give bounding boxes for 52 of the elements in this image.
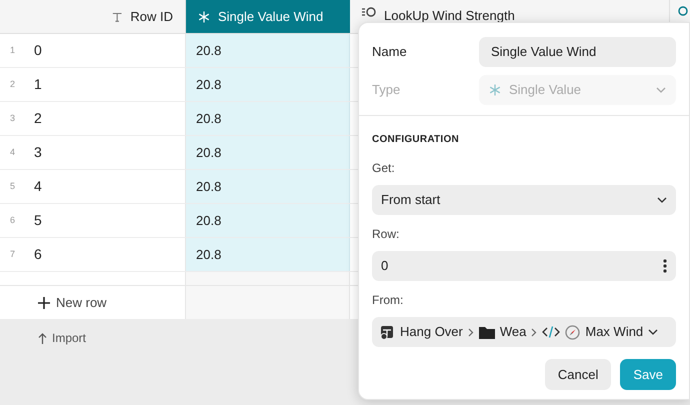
folder-icon [478, 326, 495, 338]
code-icon [542, 326, 560, 338]
table-cell-text: 4 [34, 177, 42, 196]
table-cell-text: 3 [34, 143, 42, 162]
table-cell: 20.8 [186, 68, 350, 101]
field-label: Name [372, 43, 408, 62]
get-dropdown[interactable]: From start [372, 185, 676, 215]
field-label: Type [372, 81, 402, 100]
table-icon [380, 324, 395, 340]
plus-icon [38, 296, 50, 308]
table-cell-text: 0 [34, 41, 42, 60]
row-number: 2 [9, 78, 16, 91]
field-label: Get: [372, 160, 396, 177]
table-cell: 20.8 [186, 170, 350, 203]
section-heading: CONFIGURATION [372, 133, 460, 147]
chevron-down-icon [648, 329, 658, 335]
chevron-down-icon [657, 197, 667, 203]
lookup-icon [678, 6, 688, 16]
cancel-button[interactable]: Cancel [544, 359, 612, 390]
row-number: 7 [9, 248, 16, 261]
table-cell-text: 1 [34, 75, 42, 94]
name-field[interactable]: Single Value Wind [479, 37, 676, 67]
table-cell: 20.8 [186, 136, 350, 169]
asterisk-icon [198, 10, 210, 22]
arrow-up-icon [38, 332, 47, 344]
row-number: 3 [9, 112, 16, 125]
more-icon[interactable] [663, 259, 667, 273]
source-path-dropdown[interactable]: Hang Over Wea Max Wind [372, 317, 676, 347]
table-cell-text: 2 [34, 109, 42, 128]
lookup-icon [362, 6, 376, 18]
asterisk-icon [489, 84, 501, 96]
compass-icon [565, 324, 580, 340]
table-cell-text: 6 [34, 245, 42, 264]
table-cell: 20.8 [186, 34, 350, 67]
row-number: 6 [9, 214, 16, 227]
column-header[interactable]: Row ID [0, 0, 186, 33]
chevron-down-icon [656, 87, 666, 93]
row-number: 5 [9, 180, 16, 193]
column-header[interactable]: Single Value Wind [186, 0, 350, 33]
row-number: 4 [9, 146, 16, 159]
field-label: Row: [372, 226, 400, 243]
field-label: From: [372, 292, 404, 309]
table-cell-text: 5 [34, 211, 42, 230]
row-field[interactable]: 0 [372, 251, 676, 281]
row-number: 1 [9, 44, 16, 57]
text-type-icon [112, 10, 122, 22]
table-cell: 20.8 [186, 102, 350, 135]
chevron-right-icon [468, 328, 474, 336]
chevron-right-icon [531, 328, 538, 336]
table-cell: 20.8 [186, 238, 350, 271]
table-cell: 20.8 [186, 204, 350, 237]
import-button[interactable]: Import [38, 329, 86, 347]
